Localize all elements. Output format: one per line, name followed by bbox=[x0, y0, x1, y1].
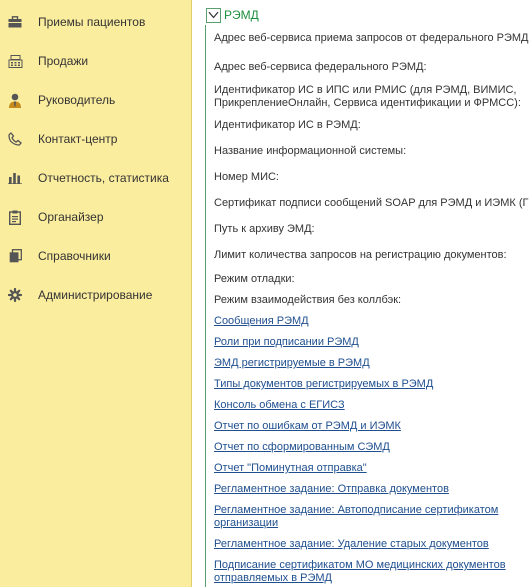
sidebar-item-label: Отчетность, статистика bbox=[38, 171, 169, 185]
field-label-emd-archive-path: Путь к архиву ЭМД: bbox=[214, 223, 315, 235]
link-remd-messages[interactable]: Сообщения РЭМД bbox=[214, 315, 309, 327]
sidebar-item-administration[interactable]: Администрирование bbox=[0, 283, 191, 307]
sidebar-item-reference-books[interactable]: Справочники bbox=[0, 244, 191, 268]
sidebar-item-label: Справочники bbox=[38, 249, 111, 263]
sidebar-item-organizer[interactable]: Органайзер bbox=[0, 205, 191, 229]
field-label-request-limit: Лимит количества запросов на регистрацию… bbox=[214, 249, 507, 261]
sidebar-item-label: Органайзер bbox=[38, 210, 104, 224]
manager-icon bbox=[7, 92, 23, 108]
sidebar-item-reports-statistics[interactable]: Отчетность, статистика bbox=[0, 166, 191, 190]
bar-chart-icon bbox=[7, 170, 23, 186]
field-label-ips-rmis-id: Идентификатор ИС в ИПС или РМИС (для РЭМ… bbox=[214, 84, 517, 96]
sidebar-item-contact-center[interactable]: Контакт-центр bbox=[0, 127, 191, 151]
sidebar-item-label: Администрирование bbox=[38, 288, 153, 302]
main-content: РЭМД Адрес веб-сервиса приема запросов о… bbox=[193, 0, 529, 587]
sidebar-item-label: Продажи bbox=[38, 54, 89, 68]
sidebar-item-patient-appointments[interactable]: Приемы пациентов bbox=[0, 10, 191, 34]
link-document-types[interactable]: Типы документов регистрируемых в РЭМД bbox=[214, 378, 433, 390]
phone-icon bbox=[7, 131, 23, 147]
field-label-no-callback-mode: Режим взаимодействия без коллбэк: bbox=[214, 294, 402, 306]
group-title: РЭМД bbox=[224, 8, 259, 22]
clipboard-icon bbox=[7, 209, 23, 225]
briefcase-icon bbox=[7, 14, 23, 30]
link-job-auto-signing-cont[interactable]: организации bbox=[214, 517, 278, 529]
link-mo-certificate-signing[interactable]: Подписание сертификатом МО медицинских д… bbox=[214, 559, 506, 571]
sidebar-item-manager[interactable]: Руководитель bbox=[0, 88, 191, 112]
field-label-remd-callback-url: Адрес веб-сервиса приема запросов от фед… bbox=[214, 32, 529, 44]
sidebar-item-label: Контакт-центр bbox=[38, 132, 118, 146]
link-job-send-documents[interactable]: Регламентное задание: Отправка документо… bbox=[214, 483, 449, 495]
sidebar-item-label: Руководитель bbox=[38, 93, 116, 107]
link-job-delete-old[interactable]: Регламентное задание: Удаление старых до… bbox=[214, 538, 489, 550]
link-minute-sending-report[interactable]: Отчет "Поминутная отправка" bbox=[214, 462, 367, 474]
sidebar-item-sales[interactable]: Продажи bbox=[0, 49, 191, 73]
gear-icon bbox=[7, 287, 23, 303]
field-label-soap-certificate: Сертификат подписи сообщений SOAP для РЭ… bbox=[214, 197, 529, 209]
field-label-is-name: Название информационной системы: bbox=[214, 145, 407, 157]
link-semd-report[interactable]: Отчет по сформированным СЭМД bbox=[214, 441, 390, 453]
cash-register-icon bbox=[7, 53, 23, 69]
link-job-auto-signing[interactable]: Регламентное задание: Автоподписание сер… bbox=[214, 504, 498, 516]
sidebar: Приемы пациентов Продажи Руководитель Ко… bbox=[0, 0, 192, 587]
field-label-ips-rmis-id-cont: ПрикреплениеОнлайн, Сервиса идентификаци… bbox=[214, 97, 521, 109]
field-label-remd-service-url: Адрес веб-сервиса федерального РЭМД: bbox=[214, 61, 427, 73]
sidebar-item-label: Приемы пациентов bbox=[38, 15, 146, 29]
field-label-remd-is-id: Идентификатор ИС в РЭМД: bbox=[214, 119, 361, 131]
link-error-report[interactable]: Отчет по ошибкам от РЭМД и ИЭМК bbox=[214, 420, 401, 432]
group-divider bbox=[205, 25, 206, 587]
field-label-mis-number: Номер МИС: bbox=[214, 171, 279, 183]
link-signing-roles[interactable]: Роли при подписании РЭМД bbox=[214, 336, 359, 348]
documents-icon bbox=[7, 248, 23, 264]
link-registered-emd[interactable]: ЭМД регистрируемые в РЭМД bbox=[214, 357, 370, 369]
chevron-down-icon[interactable] bbox=[206, 7, 221, 23]
link-egisz-console[interactable]: Консоль обмена с ЕГИСЗ bbox=[214, 399, 345, 411]
remd-group-header[interactable]: РЭМД bbox=[206, 6, 259, 24]
field-label-debug-mode: Режим отладки: bbox=[214, 273, 295, 285]
link-mo-certificate-signing-cont[interactable]: отправляемых в РЭМД bbox=[214, 572, 332, 584]
